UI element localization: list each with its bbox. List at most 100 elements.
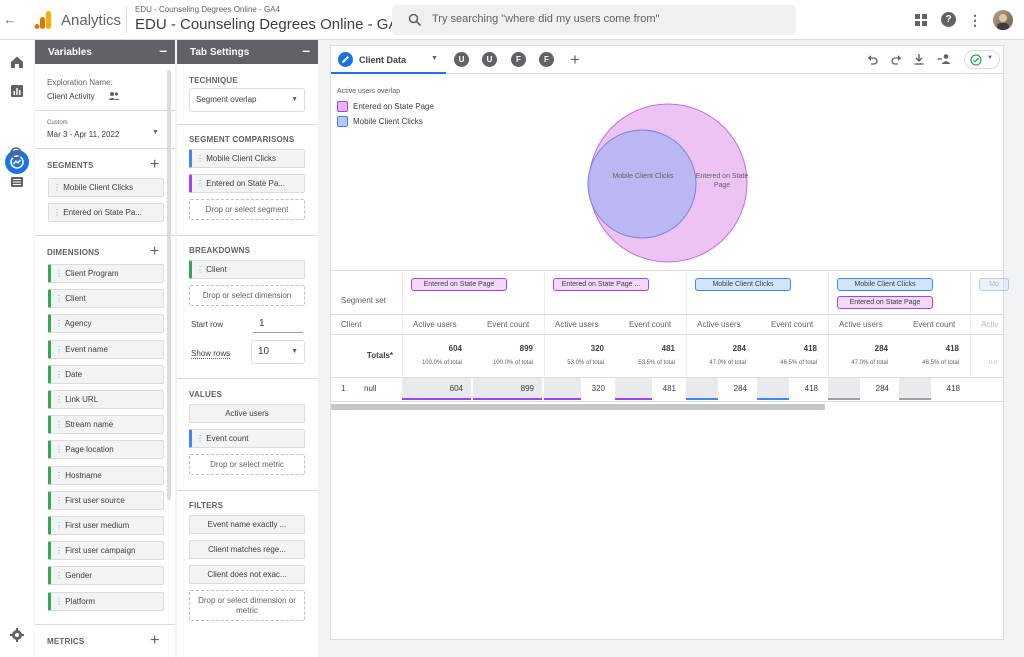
dimension-chip[interactable]: ⋮⋮ Platform [48,591,164,611]
status-dropdown[interactable]: ▼ [964,50,1000,69]
show-rows-select[interactable]: 10 ▼ [251,340,305,364]
redo-icon[interactable] [890,53,902,65]
total-value: 418 [945,344,959,353]
segment-header-pill[interactable]: Mobile Client Clicks [695,278,791,291]
start-row-input[interactable]: 1 [259,318,265,329]
drag-handle-icon: ⋮⋮ [55,369,70,379]
total-value: 604 [448,344,462,353]
segment-header-pill[interactable]: Entered on State Page [837,296,933,309]
date-dropdown-icon[interactable]: ▼ [152,129,159,136]
apps-grid-icon[interactable] [915,14,927,26]
reports-icon[interactable] [9,83,25,99]
metric-column-header[interactable]: Event count [487,320,529,329]
metric-drop-zone[interactable]: Drop or select metric [189,454,305,475]
dimension-chip[interactable]: ⋮⋮ Event name [48,339,164,359]
chevron-down-icon[interactable]: ▼ [431,55,438,62]
total-value: 899 [519,344,533,353]
drag-handle-icon: ⋮⋮ [55,420,70,430]
avatar[interactable] [993,10,1013,30]
dimension-label: Gender [65,571,92,581]
dimension-label: Client [65,294,86,304]
technique-select[interactable]: Segment overlap ▼ [189,88,305,112]
settings-gear-icon[interactable] [9,627,25,643]
metric-column-header[interactable]: Active users [697,320,741,329]
minimize-icon[interactable]: – [302,42,310,58]
filter-chip[interactable]: Client matches rege... [189,540,305,559]
add-dimension-icon[interactable]: + [150,244,159,260]
filter-drop-zone[interactable]: Drop or select dimension or metric [189,590,305,621]
configure-list-icon[interactable] [9,174,25,190]
segment-chip[interactable]: ⋮⋮ Entered on State Pa... [48,203,164,222]
analytics-logo-icon[interactable] [33,10,53,30]
tab-f-2[interactable]: F [539,52,554,67]
metric-column-header[interactable]: Active users [555,320,599,329]
tab-f-1[interactable]: F [511,52,526,67]
metric-column-header[interactable]: Active users [839,320,883,329]
dimension-chip[interactable]: ⋮⋮ Date [48,364,164,384]
add-tab-button[interactable]: + [570,50,580,70]
total-percentage: 53.5% of total [638,360,675,366]
app-name[interactable]: Analytics [61,12,121,29]
breakdown-chip[interactable]: ⋮⋮ Client [189,260,305,279]
dimension-chip[interactable]: ⋮⋮ Hostname [48,465,164,485]
dimension-label: Link URL [65,395,99,404]
data-cell-value: 418 [946,384,960,393]
total-value: 320 [590,344,604,353]
segment-header-pill[interactable]: Mobile Client Clicks [837,278,933,291]
more-vert-icon[interactable]: ⋮ [968,12,982,28]
dimension-label: Date [65,369,83,379]
filter-chip[interactable]: Event name exactly ... [189,515,305,534]
scrollbar[interactable] [167,70,171,500]
advertising-icon[interactable] [9,146,25,162]
segment-header-pill[interactable]: Entered on State Page [411,278,507,291]
segment-comparison-chip[interactable]: ⋮⋮ Mobile Client Clicks [189,149,305,168]
help-icon[interactable]: ? [941,12,956,27]
property-name[interactable]: EDU - Counseling Degrees Online - GA4 [135,16,407,33]
dimension-chip[interactable]: ⋮⋮ Client Program [48,264,164,283]
dimension-chip[interactable]: ⋮⋮ First user campaign [48,541,164,561]
horizontal-scrollbar[interactable] [331,404,825,410]
tab-client-data[interactable]: Client Data ▼ [331,46,446,74]
row-client[interactable]: null [364,384,376,393]
segment-header-pill[interactable]: Entered on State Page ... [553,278,649,291]
filter-chip[interactable]: Client does not exac... [189,565,305,584]
share-people-icon[interactable] [937,53,953,65]
back-arrow-icon[interactable]: ← [3,12,17,28]
dimension-chip[interactable]: ⋮⋮ First user source [48,490,164,510]
dimension-chip[interactable]: ⋮⋮ Client [48,289,164,309]
add-metric-icon[interactable]: + [150,633,159,649]
segment-set-label: Segment set [341,296,386,305]
segment-header-pill[interactable]: Mo [979,278,1009,291]
value-chip[interactable]: Active users [189,404,305,423]
metric-column-header[interactable]: Event count [913,320,955,329]
metric-column-header[interactable]: Active users [413,320,457,329]
tab-u-1[interactable]: U [454,52,469,67]
date-range[interactable]: Mar 3 - Apr 11, 2022 [47,130,119,139]
undo-icon[interactable] [867,53,879,65]
dimension-chip[interactable]: ⋮⋮ Page location [48,440,164,460]
dimension-chip[interactable]: ⋮⋮ First user medium [48,516,164,535]
dimension-chip[interactable]: ⋮⋮ Link URL [48,390,164,409]
search-bar[interactable]: Try searching "where did my users come f… [392,5,796,35]
drag-handle-icon: ⋮⋮ [55,470,70,480]
venn-circle-mobile[interactable] [587,129,697,239]
segment-drop-zone[interactable]: Drop or select segment [189,199,305,220]
minimize-icon[interactable]: – [159,42,167,58]
dimension-chip[interactable]: ⋮⋮ Stream name [48,415,164,435]
dimension-drop-zone[interactable]: Drop or select dimension [189,285,305,306]
account-path[interactable]: EDU - Counseling Degrees Online - GA4 [135,5,280,14]
value-chip[interactable]: ⋮⋮ Event count [189,429,305,448]
segment-comparison-chip[interactable]: ⋮⋮ Entered on State Pa... [189,174,305,193]
metric-column-header[interactable]: Event count [629,320,671,329]
dimension-chip[interactable]: ⋮⋮ Agency [48,314,164,334]
segment-chip[interactable]: ⋮⋮ Mobile Client Clicks [48,178,164,197]
home-icon[interactable] [9,54,25,70]
exploration-name-value[interactable]: Client Activity [47,92,95,101]
metric-column-header[interactable]: Activ [981,320,998,329]
add-segment-icon[interactable]: + [150,157,159,173]
total-percentage: 46.5% of total [780,360,817,366]
dimension-chip[interactable]: ⋮⋮ Gender [48,566,164,586]
download-icon[interactable] [913,53,925,65]
metric-column-header[interactable]: Event count [771,320,813,329]
tab-u-2[interactable]: U [482,52,497,67]
